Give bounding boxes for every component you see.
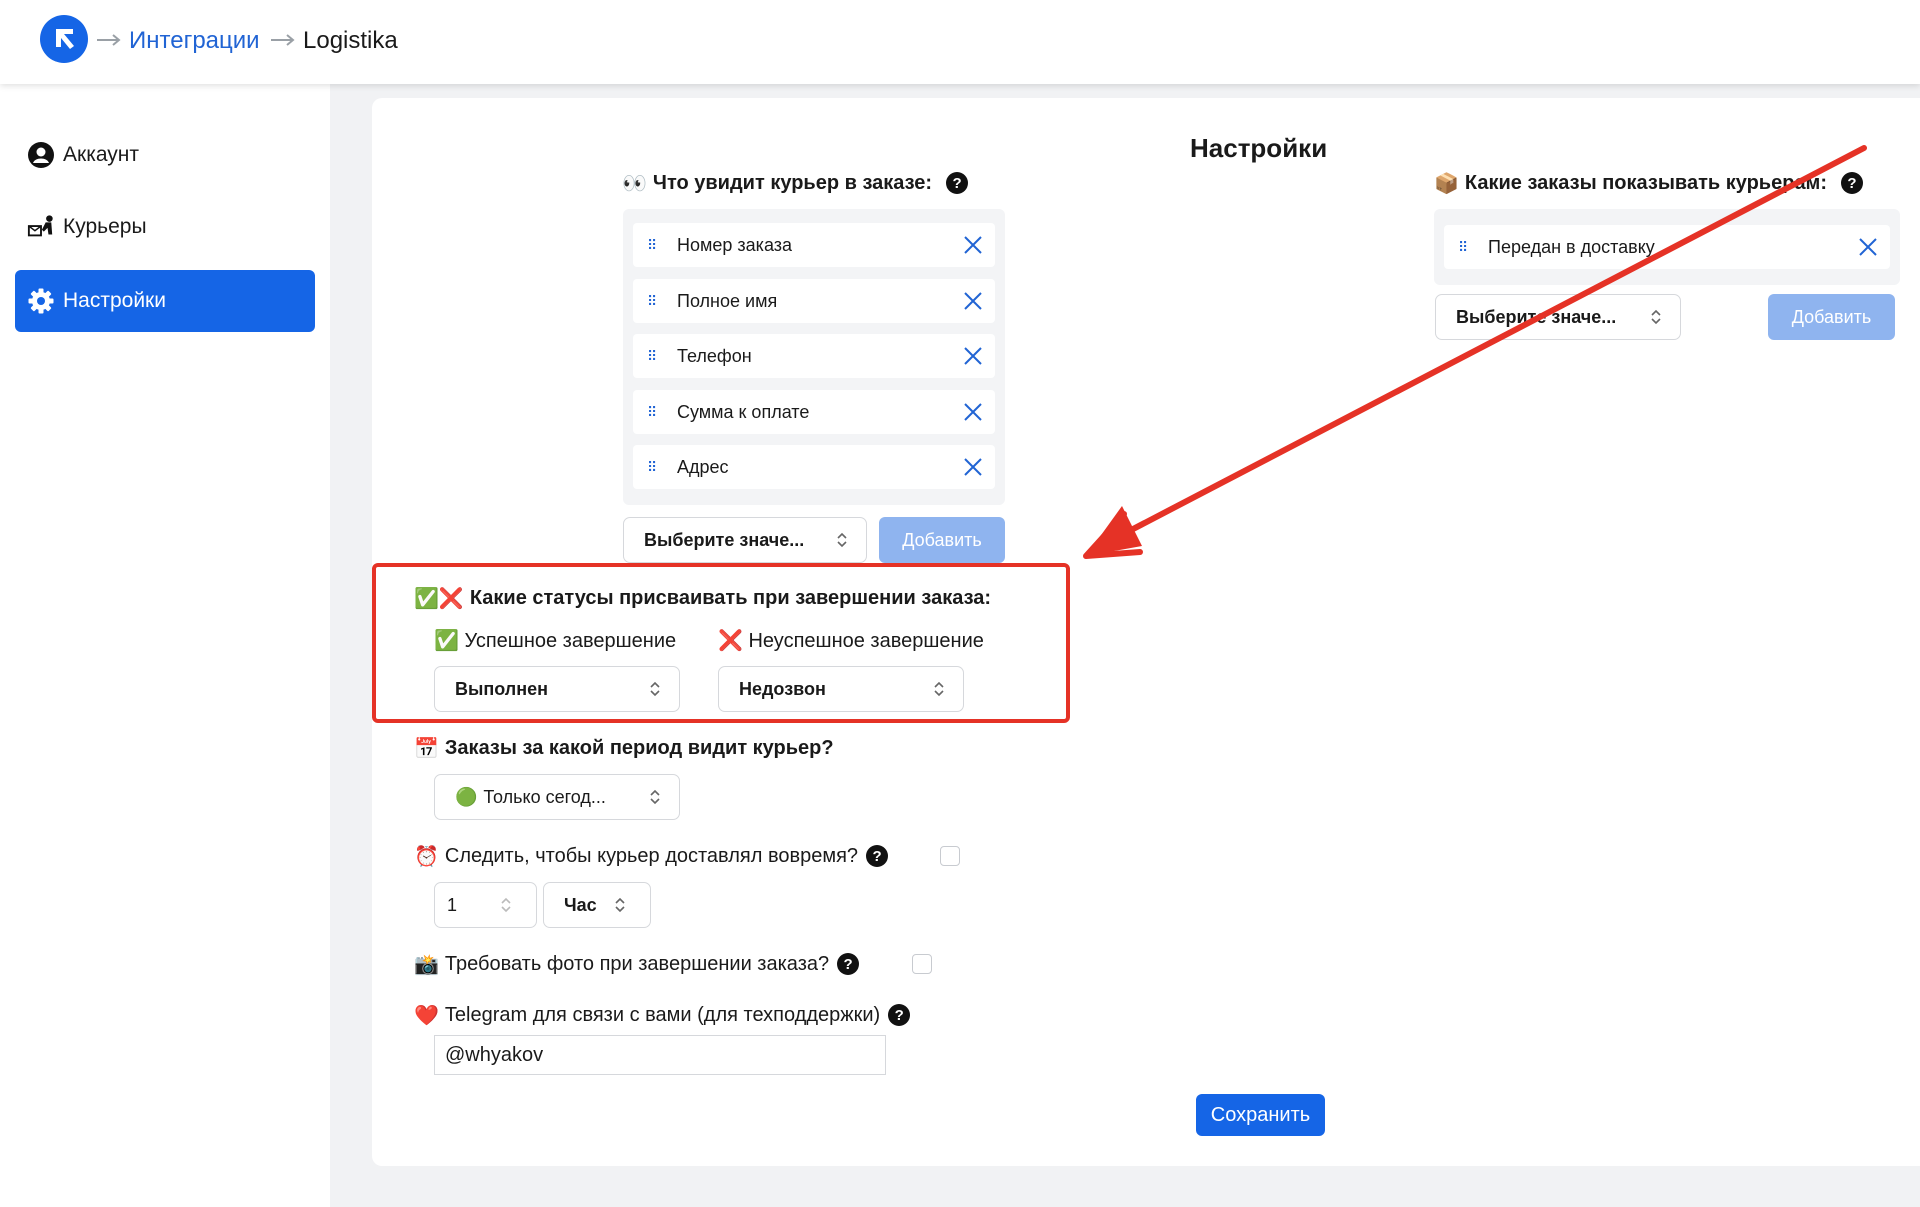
chevron-updown-icon xyxy=(650,681,660,697)
camera-icon: 📸 xyxy=(414,952,439,976)
drag-handle-icon[interactable]: ⠿ xyxy=(647,349,661,363)
remove-icon[interactable] xyxy=(961,289,985,313)
help-icon[interactable]: ? xyxy=(866,845,889,867)
sidebar-item-account[interactable]: Аккаунт xyxy=(15,124,315,186)
orders-show-label: 📦 Какие заказы показывать курьерам: ? xyxy=(1434,171,1864,195)
list-item[interactable]: ⠿ Адрес xyxy=(633,445,995,489)
sidebar-item-settings[interactable]: Настройки xyxy=(15,270,315,332)
help-icon[interactable]: ? xyxy=(946,172,969,194)
courier-icon xyxy=(27,213,55,241)
success-status-select[interactable]: Выполнен xyxy=(434,666,680,712)
breadcrumb-arrow-icon xyxy=(97,34,121,46)
calendar-icon: 📅 xyxy=(414,736,439,760)
stepper-arrows-icon[interactable] xyxy=(500,896,512,914)
eyes-icon: 👀 xyxy=(622,171,647,195)
check-cross-icon: ✅❌ xyxy=(414,586,464,610)
on-time-checkbox[interactable] xyxy=(940,846,960,866)
chevron-updown-icon xyxy=(934,681,944,697)
drag-handle-icon[interactable]: ⠿ xyxy=(647,294,661,308)
list-item[interactable]: ⠿ Передан в доставку xyxy=(1444,225,1890,269)
breadcrumb-arrow-icon xyxy=(271,34,295,46)
on-time-unit-select[interactable]: Час xyxy=(543,882,651,928)
statuses-label: ✅❌ Какие статусы присваивать при заверше… xyxy=(414,586,992,610)
fail-status-select[interactable]: Недозвон xyxy=(718,666,964,712)
heart-icon: ❤️ xyxy=(414,1003,439,1027)
sidebar-item-label: Настройки xyxy=(63,289,166,312)
period-select[interactable]: 🟢 Только сегод... xyxy=(434,774,680,820)
chevron-updown-icon xyxy=(650,789,660,805)
chevron-updown-icon xyxy=(1651,309,1661,325)
page-title: Настройки xyxy=(1190,133,1328,163)
alarm-clock-icon: ⏰ xyxy=(414,844,439,868)
cross-mark-icon: ❌ xyxy=(718,628,743,652)
remove-icon[interactable] xyxy=(961,400,985,424)
package-icon: 📦 xyxy=(1434,171,1459,195)
help-icon[interactable]: ? xyxy=(837,953,860,975)
on-time-label: ⏰ Следить, чтобы курьер доставлял воврем… xyxy=(414,844,889,868)
telegram-label: ❤️ Telegram для связи с вами (для техпод… xyxy=(414,1003,911,1027)
list-item[interactable]: ⠿ Сумма к оплате xyxy=(633,390,995,434)
fail-status-label: ❌ Неуспешное завершение xyxy=(718,628,984,652)
user-circle-icon xyxy=(27,141,55,169)
app-logo-icon[interactable] xyxy=(40,15,88,63)
sidebar: Аккаунт Курьеры Настройки xyxy=(0,84,330,1207)
orders-show-select[interactable]: Выберите значе... xyxy=(1435,294,1681,340)
on-time-amount-stepper[interactable]: 1 xyxy=(434,882,537,928)
top-header: Интеграции Logistika xyxy=(0,0,1920,84)
list-item[interactable]: ⠿ Телефон xyxy=(633,334,995,378)
chevron-updown-icon xyxy=(615,897,625,913)
photo-checkbox[interactable] xyxy=(912,954,932,974)
chevron-updown-icon xyxy=(837,532,847,548)
photo-label: 📸 Требовать фото при завершении заказа? … xyxy=(414,952,860,976)
sidebar-item-label: Аккаунт xyxy=(63,143,140,166)
telegram-input[interactable]: @whyakov xyxy=(434,1035,886,1075)
drag-handle-icon[interactable]: ⠿ xyxy=(647,238,661,252)
drag-handle-icon[interactable]: ⠿ xyxy=(647,405,661,419)
breadcrumb-current: Logistika xyxy=(303,27,398,54)
remove-icon[interactable] xyxy=(961,344,985,368)
list-item[interactable]: ⠿ Полное имя xyxy=(633,279,995,323)
add-order-status-button[interactable]: Добавить xyxy=(1768,294,1895,340)
sidebar-item-couriers[interactable]: Курьеры xyxy=(15,196,315,258)
add-field-button[interactable]: Добавить xyxy=(879,517,1005,563)
orders-show-list: ⠿ Передан в доставку xyxy=(1434,209,1900,285)
sidebar-item-label: Курьеры xyxy=(63,215,147,238)
breadcrumb-integrations[interactable]: Интеграции xyxy=(129,27,260,55)
remove-icon[interactable] xyxy=(961,233,985,257)
gear-icon xyxy=(27,287,55,315)
remove-icon[interactable] xyxy=(1856,235,1880,259)
success-status-label: ✅ Успешное завершение xyxy=(434,628,677,652)
green-circle-icon: 🟢 xyxy=(455,786,478,808)
check-mark-icon: ✅ xyxy=(434,628,459,652)
list-item[interactable]: ⠿ Номер заказа xyxy=(633,223,995,267)
courier-fields-list: ⠿ Номер заказа ⠿ Полное имя ⠿ Телефон ⠿ … xyxy=(623,209,1005,505)
save-button[interactable]: Сохранить xyxy=(1196,1094,1325,1136)
drag-handle-icon[interactable]: ⠿ xyxy=(1458,240,1472,254)
help-icon[interactable]: ? xyxy=(1841,172,1864,194)
remove-icon[interactable] xyxy=(961,455,985,479)
courier-fields-label: 👀 Что увидит курьер в заказе: ? xyxy=(622,171,969,195)
courier-fields-select[interactable]: Выберите значе... xyxy=(623,517,867,563)
drag-handle-icon[interactable]: ⠿ xyxy=(647,460,661,474)
help-icon[interactable]: ? xyxy=(888,1004,911,1026)
period-label: 📅 Заказы за какой период видит курьер? xyxy=(414,736,834,760)
